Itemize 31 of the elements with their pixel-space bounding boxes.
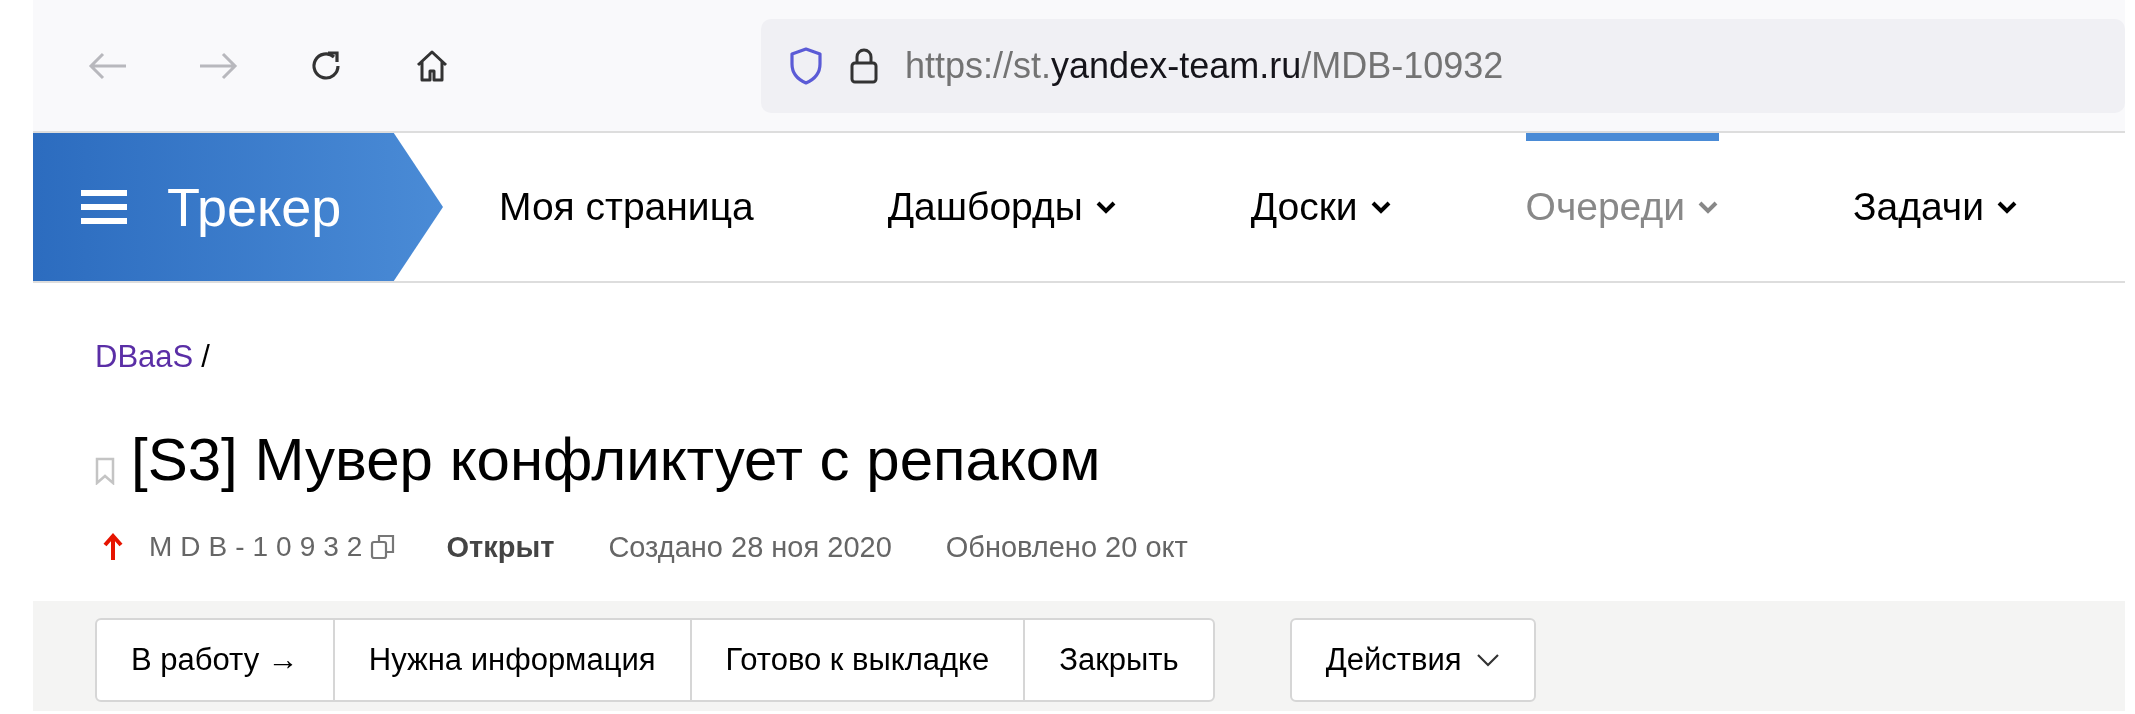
transition-button[interactable]: Готово к выкладке [689,618,1026,702]
nav-tab[interactable]: Моя страница [499,133,754,281]
nav-tab[interactable]: Задачи [1853,133,2018,281]
transition-button[interactable]: Нужна информация [332,618,692,702]
breadcrumb-separator: / [201,339,210,375]
nav-tab[interactable]: Доски [1250,133,1392,281]
address-bar[interactable]: https://st.yandex-team.ru/MDB-10932 [761,18,2125,113]
logo-text: Трекер [167,176,342,238]
copy-icon[interactable] [370,533,397,561]
logo-banner[interactable]: Трекер [33,133,443,281]
transition-button[interactable]: Закрыть [1023,618,1215,702]
chevron-icon [1995,200,2018,214]
nav-tab[interactable]: Дашборды [887,133,1117,281]
issue-title: [S3] Мувер конфликтует с репаком [131,427,1101,493]
breadcrumb-link[interactable]: DBaaS [95,339,194,375]
arrow-up-icon [103,533,123,561]
shield-icon[interactable] [789,45,823,86]
lock-icon[interactable] [849,46,879,85]
chevron-icon [1697,200,1719,214]
nav-tab[interactable]: Очереди [1525,133,1719,281]
updated-date: Обновлено 20 окт [945,530,1188,564]
chevron-icon [1369,200,1392,214]
chevron-icon [1475,653,1500,667]
url-text: https://st.yandex-team.ru/MDB-10932 [905,44,1504,87]
chevron-icon [1094,200,1117,214]
transition-button[interactable]: В работу → [95,618,335,702]
menu-icon[interactable] [81,189,127,225]
actions-dropdown[interactable]: Действия [1289,618,1536,702]
created-date: Создано 28 ноя 2020 [608,530,892,564]
issue-status: Открыт [446,530,555,564]
issue-key: MDB-10932 [149,531,371,563]
